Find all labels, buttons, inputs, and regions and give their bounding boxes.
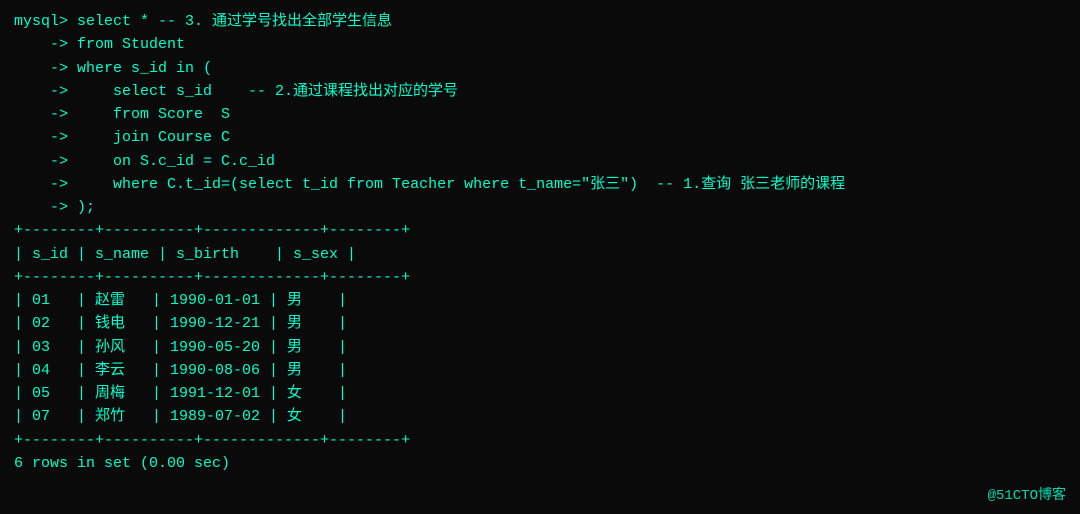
terminal-window: mysql> select * -- 3. 通过学号找出全部学生信息 -> fr… xyxy=(0,0,1080,514)
terminal-line: -> from Score S xyxy=(14,103,1066,126)
terminal-line: | 03 | 孙风 | 1990-05-20 | 男 | xyxy=(14,336,1066,359)
terminal-line: -> on S.c_id = C.c_id xyxy=(14,150,1066,173)
watermark: @51CTO博客 xyxy=(988,484,1066,504)
terminal-line: | 04 | 李云 | 1990-08-06 | 男 | xyxy=(14,359,1066,382)
terminal-line: | 05 | 周梅 | 1991-12-01 | 女 | xyxy=(14,382,1066,405)
terminal-line: | 07 | 郑竹 | 1989-07-02 | 女 | xyxy=(14,405,1066,428)
terminal-line: +--------+----------+-------------+-----… xyxy=(14,429,1066,452)
terminal-line: -> where C.t_id=(select t_id from Teache… xyxy=(14,173,1066,196)
terminal-line: -> join Course C xyxy=(14,126,1066,149)
terminal-line: | s_id | s_name | s_birth | s_sex | xyxy=(14,243,1066,266)
terminal-line: +--------+----------+-------------+-----… xyxy=(14,219,1066,242)
terminal-line: -> from Student xyxy=(14,33,1066,56)
terminal-line: +--------+----------+-------------+-----… xyxy=(14,266,1066,289)
terminal-line: | 01 | 赵雷 | 1990-01-01 | 男 | xyxy=(14,289,1066,312)
terminal-line: | 02 | 钱电 | 1990-12-21 | 男 | xyxy=(14,312,1066,335)
terminal-line: -> where s_id in ( xyxy=(14,57,1066,80)
terminal-line: -> ); xyxy=(14,196,1066,219)
terminal-line: -> select s_id -- 2.通过课程找出对应的学号 xyxy=(14,80,1066,103)
terminal-line: 6 rows in set (0.00 sec) xyxy=(14,452,1066,475)
terminal-line: mysql> select * -- 3. 通过学号找出全部学生信息 xyxy=(14,10,1066,33)
terminal-output: mysql> select * -- 3. 通过学号找出全部学生信息 -> fr… xyxy=(14,10,1066,475)
